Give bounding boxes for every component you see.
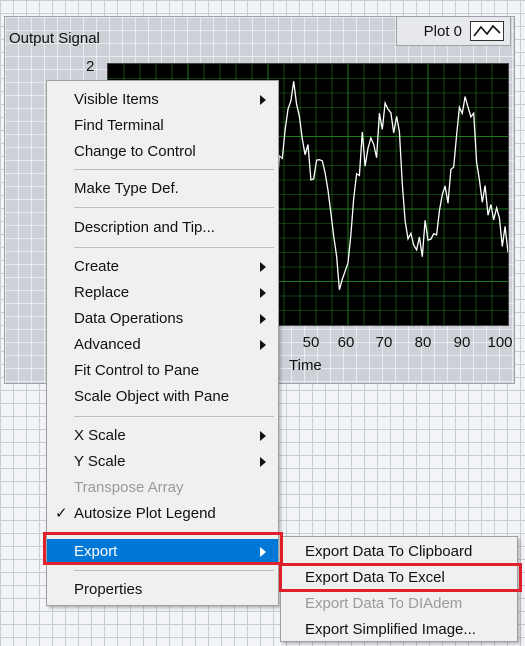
submenu-item-label: Export Data To Clipboard xyxy=(305,543,473,560)
x-tick-label: 90 xyxy=(453,334,471,351)
menu-item-description-and-tip[interactable]: Description and Tip... xyxy=(47,215,278,241)
menu-separator xyxy=(74,207,274,208)
submenu-item-label: Export Data To DIAdem xyxy=(305,595,463,612)
legend-plot-name: Plot 0 xyxy=(423,22,462,40)
submenu-arrow-icon xyxy=(260,95,266,105)
submenu-arrow-icon xyxy=(260,431,266,441)
plot-legend[interactable]: Plot 0 xyxy=(396,16,511,46)
menu-item-y-scale[interactable]: Y Scale xyxy=(47,449,278,475)
menu-item-label: Visible Items xyxy=(74,91,159,108)
annotation-highlight-export-excel xyxy=(279,563,522,592)
menu-item-fit-control-to-pane[interactable]: Fit Control to Pane xyxy=(47,358,278,384)
submenu-item-export-simplified-image[interactable]: Export Simplified Image... xyxy=(281,617,517,642)
menu-separator xyxy=(74,416,274,417)
submenu-arrow-icon xyxy=(260,314,266,324)
graph-context-menu: Visible Items Find Terminal Change to Co… xyxy=(46,80,279,606)
menu-item-advanced[interactable]: Advanced xyxy=(47,332,278,358)
menu-item-label: Y Scale xyxy=(74,453,126,470)
menu-item-change-to-control[interactable]: Change to Control xyxy=(47,139,278,165)
plot-line-style-icon[interactable] xyxy=(470,21,504,41)
x-axis-label: Time xyxy=(289,357,322,374)
menu-item-create[interactable]: Create xyxy=(47,254,278,280)
annotation-highlight-export xyxy=(43,532,283,565)
menu-item-scale-object-with-pane[interactable]: Scale Object with Pane xyxy=(47,384,278,410)
menu-item-label: Transpose Array xyxy=(74,479,184,496)
submenu-item-label: Export Simplified Image... xyxy=(305,621,476,638)
menu-item-find-terminal[interactable]: Find Terminal xyxy=(47,113,278,139)
x-tick-label: 70 xyxy=(375,334,393,351)
x-tick-label: 100 xyxy=(487,334,513,351)
menu-item-label: Data Operations xyxy=(74,310,184,327)
menu-item-label: Advanced xyxy=(74,336,141,353)
menu-item-label: Description and Tip... xyxy=(74,219,215,236)
submenu-arrow-icon xyxy=(260,262,266,272)
menu-item-label: Scale Object with Pane xyxy=(74,388,230,405)
menu-item-label: Find Terminal xyxy=(74,117,164,134)
menu-item-label: Make Type Def. xyxy=(74,180,179,197)
graph-label: Output Signal xyxy=(9,30,100,47)
submenu-arrow-icon xyxy=(260,457,266,467)
menu-item-label: X Scale xyxy=(74,427,126,444)
x-tick-label: 60 xyxy=(337,334,355,351)
menu-item-label: Fit Control to Pane xyxy=(74,362,200,379)
menu-item-label: Create xyxy=(74,258,120,275)
menu-separator xyxy=(74,247,274,248)
menu-item-data-operations[interactable]: Data Operations xyxy=(47,306,278,332)
menu-item-label: Replace xyxy=(74,284,130,301)
menu-item-autosize-plot-legend[interactable]: ✓ Autosize Plot Legend xyxy=(47,501,278,527)
x-tick-label: 80 xyxy=(414,334,432,351)
submenu-item-export-to-clipboard[interactable]: Export Data To Clipboard xyxy=(281,539,517,564)
submenu-arrow-icon xyxy=(260,340,266,350)
menu-item-visible-items[interactable]: Visible Items xyxy=(47,87,278,113)
menu-item-make-type-def[interactable]: Make Type Def. xyxy=(47,176,278,202)
menu-item-label: Autosize Plot Legend xyxy=(74,505,216,522)
menu-item-transpose-array: Transpose Array xyxy=(47,475,278,501)
menu-separator xyxy=(74,570,274,571)
menu-item-label: Change to Control xyxy=(74,143,196,160)
x-tick-label: 50 xyxy=(302,334,320,351)
checkmark-icon: ✓ xyxy=(55,505,68,522)
menu-item-label: Properties xyxy=(74,581,143,598)
y-axis-tick-top: 2 xyxy=(86,58,95,75)
menu-item-x-scale[interactable]: X Scale xyxy=(47,423,278,449)
menu-item-properties[interactable]: Properties xyxy=(47,577,278,603)
submenu-item-export-to-diadem: Export Data To DIAdem xyxy=(281,591,517,616)
submenu-arrow-icon xyxy=(260,288,266,298)
menu-item-replace[interactable]: Replace xyxy=(47,280,278,306)
menu-separator xyxy=(74,169,274,170)
